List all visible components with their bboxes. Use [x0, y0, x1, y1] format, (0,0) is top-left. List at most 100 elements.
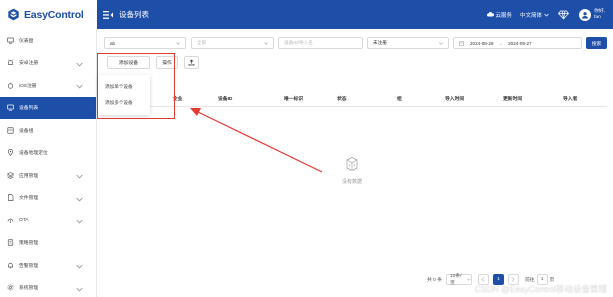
column-header: 状态 [337, 97, 347, 102]
device-group-icon [7, 127, 14, 134]
column-header: 更新时间 [503, 97, 523, 102]
sidebar-item-label: 应用管理 [19, 173, 39, 179]
chevron-right-icon [512, 276, 515, 282]
page-suffix-label: 页 [549, 277, 555, 283]
user-greeting[interactable]: 你好, fan [594, 9, 605, 21]
chevron-down-icon [467, 278, 471, 281]
group-select-placeholder: 全部 [197, 40, 207, 45]
sidebar-item-dashboard[interactable]: 仪表盘 [0, 29, 96, 52]
system-icon [7, 284, 14, 291]
sidebar-item-label: 设备地理定位 [19, 151, 48, 157]
sidebar-item-app-management[interactable]: 应用管理 [0, 164, 96, 187]
main-content: ab 全部 设备ID/导入名 未注册 2024-08-28 → 2024-09-… [97, 29, 613, 297]
sidebar-item-ota[interactable]: OTA [0, 209, 96, 232]
date-separator: → [498, 40, 504, 46]
device-list-icon [7, 104, 14, 111]
user-icon [582, 11, 589, 18]
search-button[interactable]: 搜索 [586, 37, 607, 49]
chevron-left-icon [481, 276, 485, 282]
add-single-device-option[interactable]: 添加单个设备 [98, 79, 150, 95]
empty-box-icon [345, 157, 359, 171]
date-range-picker[interactable]: 2024-08-28 → 2024-09-27 [453, 37, 582, 49]
column-header: 导入者 [563, 97, 578, 102]
diamond-icon[interactable] [558, 10, 570, 20]
page-title: 设备列表 [119, 10, 149, 19]
chevron-down-icon [76, 62, 83, 67]
apple-icon [7, 82, 14, 89]
sidebar-item-policy-management[interactable]: 策略管理 [0, 232, 96, 255]
chevron-down-icon [76, 197, 83, 202]
sidebar-item-device-group[interactable]: 设备组 [0, 119, 96, 142]
sidebar-item-geolocation[interactable]: 设备地理定位 [0, 142, 96, 165]
register-status-select[interactable]: 未注册 [367, 37, 449, 49]
sidebar-item-android-enroll[interactable]: 安卓注册 [0, 52, 96, 75]
upload-icon [188, 59, 195, 66]
chevron-down-icon [544, 13, 549, 17]
alarm-icon [8, 262, 13, 269]
date-start: 2024-08-28 [470, 40, 494, 46]
table-header: 企业 设备ID 唯一标识 状态 组 导入时间 更新时间 导入者 [153, 91, 607, 106]
android-icon [8, 59, 13, 66]
sidebar-item-label: OTA [19, 217, 29, 223]
empty-state: 没有数据 [337, 155, 367, 185]
chevron-down-icon [76, 174, 83, 179]
table-divider [104, 106, 607, 107]
sidebar-item-file-management[interactable]: 文件管理 [0, 187, 96, 210]
add-multiple-devices-option[interactable]: 添加多个设备 [98, 95, 150, 111]
export-button[interactable] [184, 56, 199, 69]
brand-logo[interactable]: EasyControl [0, 0, 97, 29]
sidebar-item-label: 安卓注册 [19, 61, 39, 67]
device-id-placeholder: 设备ID/导入名 [284, 40, 313, 45]
file-icon [8, 194, 14, 202]
app-icon [7, 171, 14, 179]
sidebar-item-label: 设备组 [19, 128, 34, 134]
policy-icon [7, 239, 14, 246]
ota-icon [7, 218, 14, 223]
column-header: 唯一标识 [284, 97, 304, 102]
chevron-down-icon [76, 264, 83, 269]
empty-state-label: 没有数据 [341, 179, 362, 185]
filter-bar: ab 全部 设备ID/导入名 未注册 2024-08-28 → 2024-09-… [104, 37, 607, 49]
chevron-down-icon [76, 84, 83, 89]
chevron-down-icon [264, 42, 268, 45]
top-header: EasyControl 设备列表 云服务 中文简体 你好, fan [0, 0, 613, 29]
brand-name: EasyControl [24, 8, 84, 21]
sidebar-item-label: 策略管理 [19, 241, 39, 247]
cloud-icon [486, 12, 494, 17]
chevron-down-icon [176, 42, 180, 45]
goto-label: 前往 [524, 277, 535, 283]
chevron-down-icon [76, 219, 83, 224]
page-size-value: 10条/页 [449, 274, 462, 286]
enterprise-select[interactable]: ab [104, 37, 186, 49]
register-status-value: 未注册 [373, 40, 387, 45]
chevron-down-icon [76, 287, 83, 292]
collapse-menu-icon[interactable] [103, 10, 113, 19]
group-select[interactable]: 全部 [191, 37, 274, 49]
sidebar-item-device-list[interactable]: 设备列表 [0, 96, 96, 119]
sidebar-item-label: 文件管理 [19, 196, 39, 202]
easycontrol-logo-icon [8, 8, 19, 21]
user-avatar[interactable] [579, 8, 592, 21]
total-count: 共 0 条 [427, 277, 442, 283]
calendar-icon [459, 41, 464, 46]
sidebar-item-ios-enroll[interactable]: iOS注册 [0, 74, 96, 97]
page-size-select[interactable]: 10条/页 [445, 273, 472, 286]
language-select[interactable]: 中文简体 [520, 11, 549, 19]
device-id-search-input[interactable]: 设备ID/导入名 [278, 37, 363, 49]
csdn-watermark: CSDN @EasyControl移动设备管理 [474, 284, 607, 294]
sidebar-item-label: 系统管理 [19, 286, 39, 292]
column-header: 组 [397, 97, 402, 102]
cloud-service-menu[interactable]: 云服务 [486, 11, 512, 19]
chevron-down-icon [439, 42, 443, 45]
sidebar-item-alarm-management[interactable]: 告警管理 [0, 254, 96, 277]
sidebar: 仪表盘 安卓注册 iOS注册 设备列表 设备组 设备地理定位 应用管理 文件管理… [0, 29, 97, 297]
column-header: 导入时间 [445, 97, 465, 102]
sidebar-item-label: 仪表盘 [19, 38, 34, 44]
date-end: 2024-09-27 [508, 40, 532, 46]
greeting-line: 你好, [594, 8, 605, 14]
language-label: 中文简体 [520, 12, 543, 19]
sidebar-item-label: 告警管理 [19, 263, 39, 269]
column-header: 设备ID [218, 97, 233, 102]
sidebar-item-system-management[interactable]: 系统管理 [0, 277, 96, 297]
enterprise-select-value: ab [110, 40, 116, 46]
